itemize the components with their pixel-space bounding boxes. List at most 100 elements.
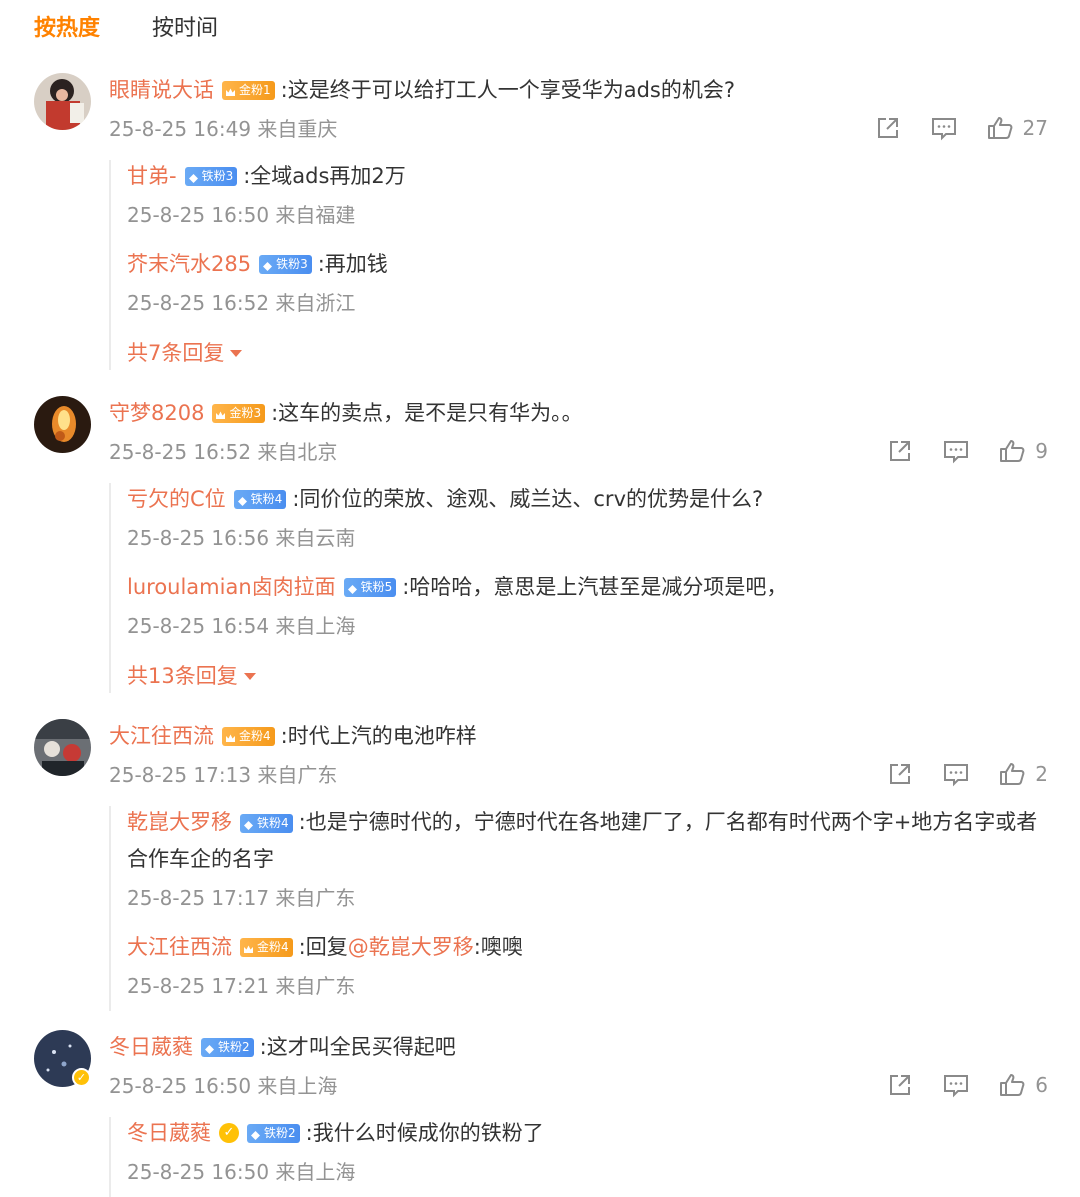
share-icon — [890, 441, 911, 461]
badge-label: 铁粉3 — [201, 168, 234, 183]
fan-badge[interactable]: 金粉4 — [240, 937, 293, 957]
diamond-icon — [250, 1128, 261, 1140]
reply-button[interactable] — [931, 115, 957, 141]
share-button[interactable] — [887, 1072, 913, 1098]
avatar[interactable] — [34, 396, 91, 453]
comment-text: :这是终于可以给打工人一个享受华为ads的机会? — [280, 78, 735, 102]
username[interactable]: 亏欠的C位 — [127, 484, 226, 514]
crown-icon — [225, 85, 236, 96]
fan-badge[interactable]: 金粉4 — [222, 726, 275, 746]
comment-text: :这车的卖点，是不是只有华为。。 — [271, 401, 583, 425]
fan-badge[interactable]: 铁粉4 — [233, 489, 287, 509]
like-count: 27 — [1022, 116, 1048, 140]
fan-badge[interactable]: 铁粉3 — [184, 166, 238, 186]
reply-meta: 25-8-25 17:17 来自广东 — [127, 886, 356, 910]
fan-badge[interactable]: 金粉3 — [212, 403, 266, 423]
username[interactable]: 大江往西流 — [109, 721, 214, 751]
tab-by-time[interactable]: 按时间 — [152, 14, 218, 44]
reply-meta: 25-8-25 16:50 来自上海 — [127, 1160, 356, 1184]
username[interactable]: 冬日葳蕤 — [109, 1032, 193, 1062]
verified-icon: ✓ — [72, 1068, 91, 1087]
reply-text: :同价位的荣放、途观、威兰达、crv的优势是什么? — [292, 487, 764, 511]
username[interactable]: 大江往西流 — [127, 932, 232, 962]
avatar[interactable] — [34, 719, 91, 776]
fan-badge[interactable]: 铁粉4 — [240, 813, 293, 833]
reply-button[interactable] — [943, 761, 969, 787]
tab-by-hot[interactable]: 按热度 — [34, 14, 100, 44]
diamond-icon — [347, 582, 358, 594]
like-button[interactable]: 9 — [999, 438, 1048, 464]
comment-icon — [944, 764, 969, 787]
thumbs-up-icon — [1000, 440, 1025, 462]
chevron-down-icon — [243, 672, 256, 680]
reply-meta: 25-8-25 17:21 来自广东 — [127, 974, 356, 998]
badge-label: 铁粉2 — [264, 1125, 296, 1140]
more-replies-link[interactable]: 共7条回复 — [127, 338, 243, 368]
fan-badge[interactable]: 铁粉2 — [201, 1037, 254, 1057]
avatar[interactable]: ✓ — [34, 1030, 91, 1087]
reply-text: :再加钱 — [317, 252, 388, 276]
comment-icon — [931, 118, 956, 141]
diamond-icon — [237, 494, 248, 506]
thumbs-up-icon — [1000, 1074, 1025, 1096]
reply-meta: 25-8-25 16:54 来自上海 — [127, 614, 356, 638]
badge-label: 金粉4 — [257, 939, 289, 954]
like-button[interactable]: 6 — [999, 1072, 1048, 1098]
fan-badge[interactable]: 金粉1 — [222, 80, 275, 100]
reply-meta: 25-8-25 16:50 来自福建 — [127, 203, 356, 227]
username[interactable]: 芥末汽水285 — [127, 249, 251, 279]
comment-meta: 25-8-25 16:52 来自北京 — [109, 440, 338, 464]
thumbs-up-icon — [1000, 763, 1025, 785]
badge-label: 铁粉3 — [276, 256, 308, 271]
username[interactable]: 乾崑大罗移 — [127, 810, 232, 834]
like-count: 9 — [1035, 439, 1048, 463]
reply-button[interactable] — [943, 1072, 969, 1098]
username[interactable]: luroulamian卤肉拉面 — [127, 572, 336, 602]
share-icon — [877, 118, 898, 138]
like-count: 6 — [1035, 1073, 1048, 1097]
more-replies-link[interactable]: 共13条回复 — [127, 661, 256, 691]
diamond-icon — [243, 818, 254, 830]
reply-prefix: :回复 — [298, 935, 348, 959]
comment-text: :这才叫全民买得起吧 — [259, 1035, 456, 1059]
share-icon — [890, 1075, 911, 1095]
reply-text: :全域ads再加2万 — [243, 164, 406, 188]
reply-meta: 25-8-25 16:52 来自浙江 — [127, 291, 356, 315]
crown-icon — [215, 408, 226, 419]
avatar[interactable] — [34, 73, 91, 130]
badge-label: 金粉4 — [239, 728, 271, 743]
chevron-down-icon — [230, 349, 243, 357]
username[interactable]: 眼睛说大话 — [109, 75, 214, 105]
comment-meta: 25-8-25 16:50 来自上海 — [109, 1074, 338, 1098]
verified-icon: ✓ — [219, 1123, 239, 1143]
username[interactable]: 冬日葳蕤 — [127, 1118, 211, 1148]
share-button[interactable] — [887, 438, 913, 464]
mention-link[interactable]: @乾崑大罗移 — [348, 932, 474, 962]
share-button[interactable] — [875, 115, 901, 141]
like-count: 2 — [1035, 762, 1048, 786]
fan-badge[interactable]: 铁粉2 — [247, 1123, 300, 1143]
comment-meta: 25-8-25 17:13 来自广东 — [109, 763, 338, 787]
comment-actions: 2 — [857, 760, 1048, 788]
username[interactable]: 守梦8208 — [109, 398, 204, 428]
fan-badge[interactable]: 铁粉3 — [259, 254, 312, 274]
badge-label: 铁粉2 — [218, 1039, 250, 1054]
like-button[interactable]: 27 — [987, 115, 1048, 141]
comment-icon — [944, 1075, 969, 1098]
reply-list: 甘弟- 铁粉3 :全域ads再加2万 25-8-25 16:50 来自福建 芥末… — [109, 160, 1049, 370]
fan-badge[interactable]: 铁粉5 — [343, 577, 397, 597]
more-replies-label: 共13条回复 — [127, 664, 238, 688]
reply-button[interactable] — [943, 438, 969, 464]
like-button[interactable]: 2 — [999, 761, 1048, 787]
comment-actions: 6 — [857, 1071, 1048, 1099]
username[interactable]: 甘弟- — [127, 161, 177, 191]
reply-text: :噢噢 — [473, 935, 523, 959]
sort-tabs: 按热度 按时间 — [34, 14, 218, 44]
share-button[interactable] — [887, 761, 913, 787]
badge-label: 铁粉5 — [360, 579, 393, 594]
share-icon — [890, 764, 911, 784]
crown-icon — [243, 942, 254, 953]
comment-meta: 25-8-25 16:49 来自重庆 — [109, 117, 338, 141]
reply-text: :我什么时候成你的铁粉了 — [305, 1121, 544, 1145]
badge-label: 铁粉4 — [257, 815, 289, 830]
